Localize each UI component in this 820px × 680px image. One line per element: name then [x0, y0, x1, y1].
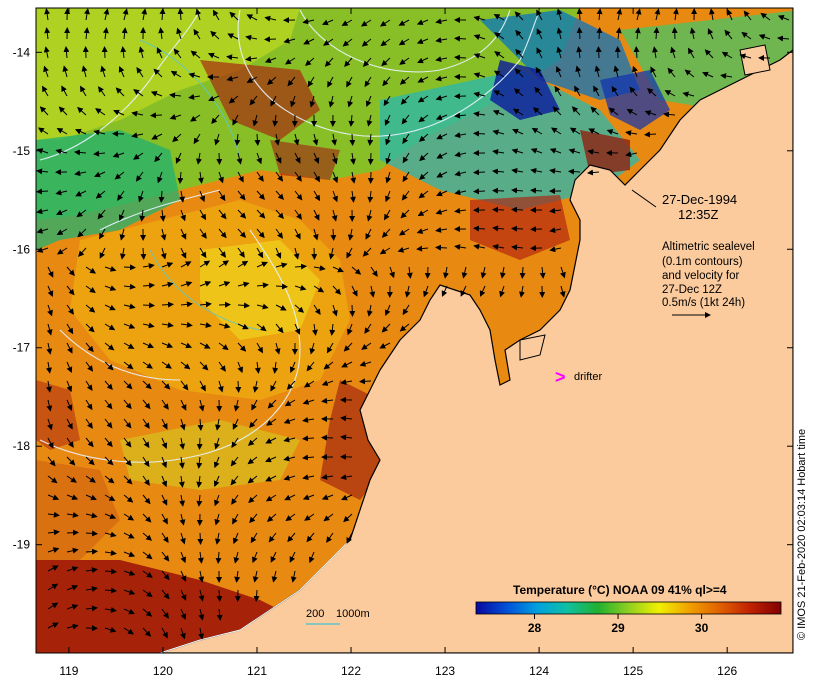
lat-tick-label: -19 — [13, 538, 31, 552]
velocity-arrow — [349, 304, 356, 317]
velocity-arrow — [218, 301, 231, 308]
velocity-arrow — [140, 247, 147, 260]
date-label: 27-Dec-1994 — [662, 192, 737, 207]
lat-tick-label: -16 — [13, 242, 31, 256]
velocity-arrow — [595, 46, 602, 59]
lon-tick-label: 121 — [247, 664, 267, 678]
velocity-arrow — [473, 169, 486, 176]
velocity-arrow — [435, 244, 448, 251]
colorbar — [475, 601, 782, 615]
lat-tick-label: -15 — [13, 144, 31, 158]
velocity-arrow — [473, 188, 486, 195]
lat-tick-label: -17 — [13, 341, 31, 355]
velocity-arrow — [359, 378, 372, 385]
velocity-arrow — [264, 36, 277, 43]
bathy-1000-label: 1000m — [336, 608, 370, 620]
velocity-arrow — [196, 437, 203, 450]
velocity-arrow — [161, 301, 174, 308]
lon-tick-label: 124 — [529, 664, 549, 678]
lon-tick-label: 123 — [435, 664, 455, 678]
alti-line-5: 0.5m/s (1kt 24h) — [662, 297, 745, 309]
alti-line-1: Altimetric sealevel — [662, 241, 755, 253]
alti-line-4: 27-Dec 12Z — [662, 284, 722, 296]
velocity-arrow — [367, 152, 374, 165]
alti-line-3: and velocity for — [662, 270, 740, 282]
velocity-arrow — [576, 27, 583, 40]
bathy-200-label: 200 — [306, 608, 324, 620]
lon-tick-label: 125 — [623, 664, 643, 678]
velocity-arrow — [511, 206, 524, 213]
velocity-arrow — [197, 532, 204, 545]
lat-tick-label: -14 — [13, 45, 31, 59]
velocity-arrow — [123, 264, 136, 271]
map-frame: -14 -15 -16 -17 -18 -19 119 120 121 122 123 124 125… — [13, 7, 794, 678]
velocity-arrow — [150, 112, 163, 119]
velocity-arrow — [349, 133, 356, 146]
lat-tick-label: -18 — [13, 439, 31, 453]
velocity-arrow — [473, 130, 486, 137]
lon-tick-label: 122 — [341, 664, 361, 678]
velocity-arrow — [216, 152, 223, 165]
colorbar-tick-label: 30 — [695, 621, 709, 635]
velocity-arrow — [330, 228, 337, 241]
lon-tick-label: 120 — [153, 664, 173, 678]
colorbar-title: Temperature (°C) NOAA 09 41% ql>=4 — [513, 583, 727, 597]
drifter-label: drifter — [574, 371, 602, 383]
velocity-arrow — [142, 302, 155, 309]
colorbar-tick-label: 28 — [528, 621, 542, 635]
velocity-arrow — [519, 266, 526, 279]
credit-text: © IMOS 21-Feb-2020 02:03:14 Hobart time — [796, 428, 808, 640]
time-label: 12:35Z — [678, 207, 719, 222]
colorbar-tick-label: 29 — [611, 621, 625, 635]
velocity-arrow — [101, 46, 108, 59]
velocity-arrow — [424, 266, 431, 279]
alti-line-2: (0.1m contours) — [662, 256, 743, 268]
velocity-arrow — [511, 225, 524, 232]
lon-tick-label: 119 — [59, 664, 78, 678]
velocity-arrow — [85, 548, 98, 555]
velocity-arrow — [321, 434, 334, 441]
velocity-arrow — [576, 8, 583, 21]
velocity-arrow — [454, 35, 467, 42]
velocity-arrow — [235, 380, 242, 393]
velocity-arrow — [568, 168, 581, 175]
velocity-arrow — [66, 529, 79, 536]
velocity-arrow — [671, 27, 678, 40]
lon-tick-label: 126 — [717, 664, 737, 678]
velocity-arrow — [596, 27, 603, 40]
velocity-arrow — [492, 187, 505, 194]
drifter-icon: > — [555, 367, 566, 387]
velocity-arrow — [492, 206, 505, 213]
